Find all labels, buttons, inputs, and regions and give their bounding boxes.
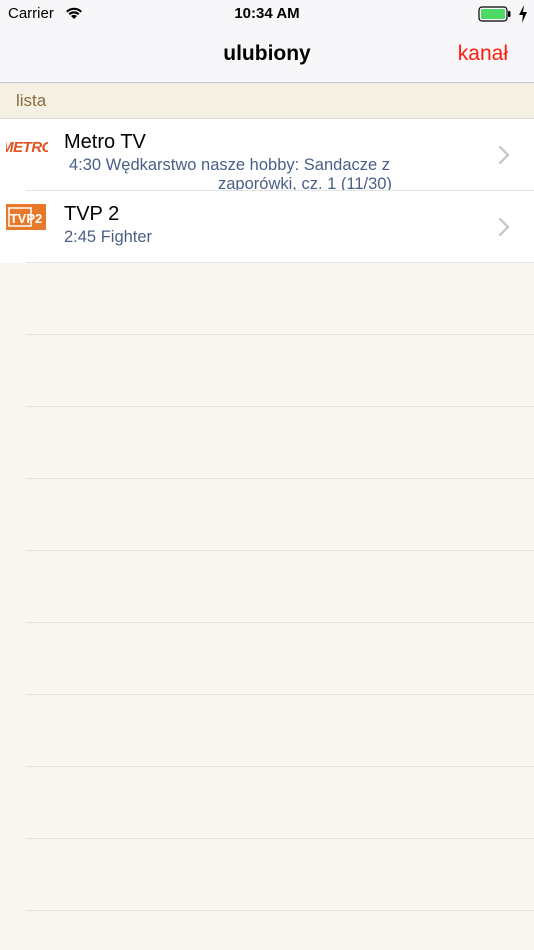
empty-row-separator [26, 694, 534, 695]
clock: 10:34 AM [234, 5, 300, 22]
empty-row-separator [26, 550, 534, 551]
channel-row-metro-tv[interactable]: METRO Metro TV 4:30 Wędkarstwo nasze hob… [0, 119, 534, 193]
navigation-bar: ulubiony kanał [0, 28, 534, 83]
chevron-right-icon [498, 145, 510, 165]
channel-name: TVP 2 [64, 203, 120, 225]
empty-row-separator [26, 406, 534, 407]
row-separator [26, 262, 534, 263]
charging-icon [519, 5, 527, 23]
empty-row-separator [26, 838, 534, 839]
empty-row-separator [26, 622, 534, 623]
metro-tv-logo-text: METRO [6, 139, 48, 156]
empty-row-separator [26, 334, 534, 335]
metro-tv-logo: METRO [6, 139, 48, 156]
tvp2-logo: TVP2 [6, 204, 46, 230]
empty-row-separator [26, 766, 534, 767]
program-line-1: 2:45 Fighter [64, 228, 153, 246]
section-label: lista [16, 91, 47, 110]
page-title: ulubiony [223, 42, 311, 65]
status-bar: Carrier 10:34 AM [0, 0, 534, 28]
empty-row-separator [26, 910, 534, 911]
tvp2-logo-text: TVP2 [10, 211, 43, 226]
battery-icon [478, 6, 511, 22]
section-header: lista [0, 83, 534, 119]
channel-name: Metro TV [64, 131, 146, 153]
channel-button[interactable]: kanał [458, 42, 508, 66]
empty-row-separator [26, 478, 534, 479]
program-line-1: 4:30 Wędkarstwo nasze hobby: Sandacze z [69, 156, 391, 174]
channel-row-tvp-2[interactable]: TVP2 TVP 2 2:45 Fighter [0, 191, 534, 263]
chevron-right-icon [498, 217, 510, 237]
